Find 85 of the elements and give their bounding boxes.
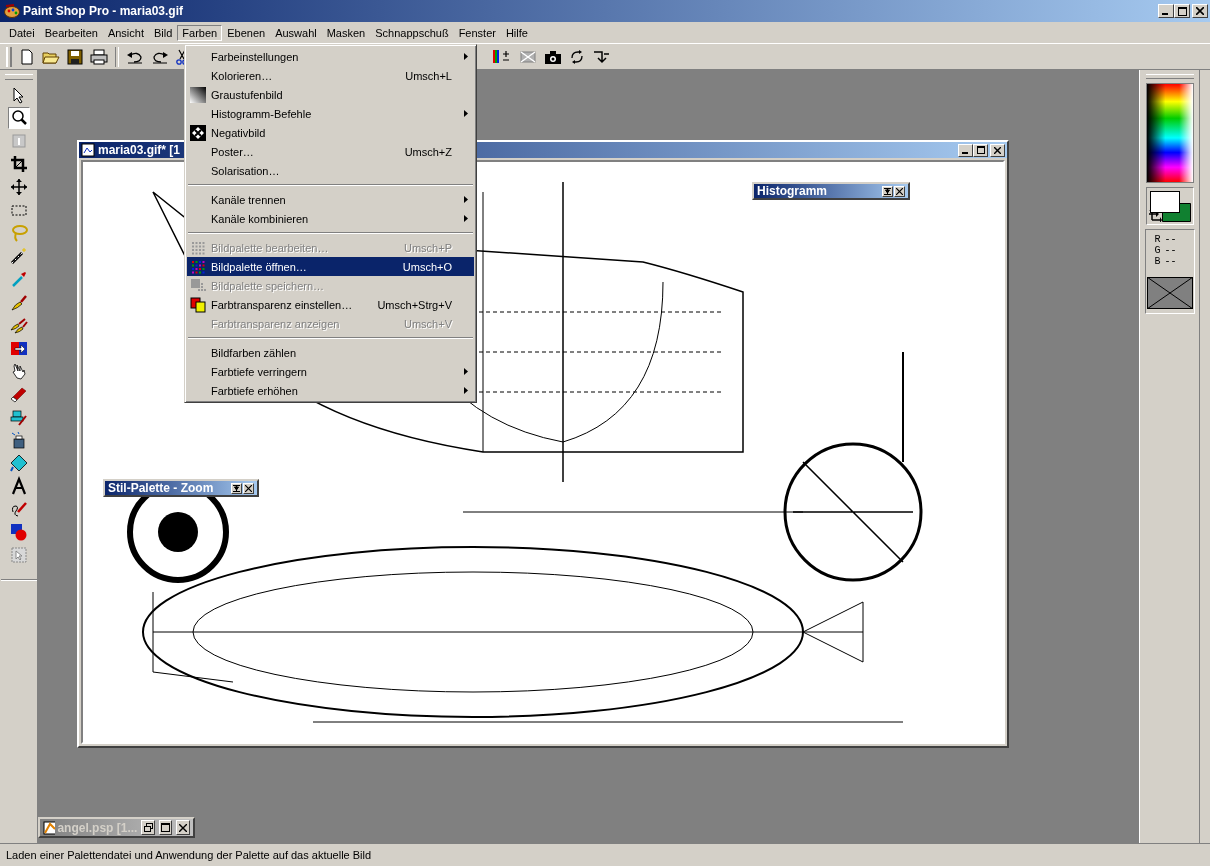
submenu-arrow-icon bbox=[464, 215, 468, 222]
document-title: maria03.gif* [1 bbox=[98, 143, 181, 157]
menu-bar-item[interactable]: Bild bbox=[149, 24, 178, 41]
close-button[interactable] bbox=[1192, 4, 1208, 18]
menu-bar-item[interactable]: Bearbeiten bbox=[39, 24, 103, 41]
foreground-color-swatch[interactable] bbox=[1149, 191, 1180, 213]
menu-item[interactable]: Graustufenbild bbox=[187, 85, 474, 104]
color-spectrum[interactable] bbox=[1145, 83, 1194, 183]
close-button[interactable] bbox=[176, 820, 190, 835]
menu-bar-item[interactable]: Farben bbox=[177, 24, 223, 41]
channel-value: -- bbox=[1164, 234, 1177, 245]
close-icon bbox=[994, 146, 1001, 154]
menu-item[interactable]: Bildpalette öffnen… Umsch+O bbox=[187, 257, 474, 276]
channel-label: R bbox=[1154, 234, 1161, 245]
maximize-button[interactable] bbox=[1174, 4, 1190, 18]
menu-bar-item[interactable]: Schnappschuß bbox=[370, 24, 454, 41]
palette-title: Stil-Palette - Zoom bbox=[108, 481, 214, 495]
arrow-dropdown-icon[interactable] bbox=[592, 48, 610, 65]
rotate-icon[interactable] bbox=[569, 48, 585, 65]
close-icon bbox=[1196, 7, 1204, 15]
gradient-square-icon bbox=[190, 86, 206, 103]
crossed-picture-icon[interactable] bbox=[519, 48, 537, 65]
close-button[interactable] bbox=[990, 143, 1005, 157]
menu-item[interactable]: Farbtransparenz einstellen… Umsch+Strg+V bbox=[187, 295, 474, 314]
background-color-swatch[interactable] bbox=[1161, 203, 1191, 222]
channel-value: -- bbox=[1164, 256, 1177, 267]
menu-item[interactable]: Bildfarben zählen bbox=[187, 343, 474, 362]
printer-icon[interactable] bbox=[90, 48, 108, 65]
restore-icon bbox=[143, 823, 153, 832]
close-button[interactable] bbox=[894, 185, 905, 197]
rgb-plus-minus-icon[interactable] bbox=[492, 48, 512, 65]
menu-bar-item[interactable]: Ebenen bbox=[222, 24, 271, 41]
pin-button[interactable] bbox=[882, 185, 893, 197]
restore-button[interactable] bbox=[141, 820, 155, 835]
channel-label: G bbox=[1154, 245, 1161, 256]
maximize-icon bbox=[1177, 6, 1187, 16]
submenu-arrow-icon bbox=[464, 110, 468, 117]
submenu-arrow-icon bbox=[464, 387, 468, 394]
minimize-button[interactable] bbox=[958, 143, 973, 157]
dotted-grid-icon bbox=[190, 239, 206, 256]
maximize-button[interactable] bbox=[158, 820, 173, 835]
submenu-arrow-icon bbox=[464, 196, 468, 203]
submenu-arrow-icon bbox=[464, 368, 468, 375]
fill-bucket-icon[interactable] bbox=[7, 452, 30, 474]
maximize-button[interactable] bbox=[973, 143, 988, 157]
menu-item[interactable]: Negativbild bbox=[187, 123, 474, 142]
menu-item[interactable]: Kanäle kombinieren bbox=[187, 209, 474, 228]
swap-arrows-icon[interactable] bbox=[1147, 210, 1162, 222]
floppy-grid-icon bbox=[190, 277, 206, 294]
menu-item[interactable]: Kanäle trennen bbox=[187, 190, 474, 209]
palette-icon bbox=[4, 4, 20, 18]
toolbar-grip[interactable] bbox=[6, 46, 12, 67]
menu-item[interactable]: Farbeinstellungen bbox=[187, 47, 474, 66]
close-button[interactable] bbox=[243, 482, 254, 494]
menu-bar-item[interactable]: Auswahl bbox=[270, 24, 322, 41]
menu-bar-item[interactable]: Ansicht bbox=[102, 24, 149, 41]
pin-button[interactable] bbox=[231, 482, 242, 494]
maximize-icon bbox=[976, 146, 985, 154]
status-text: Laden einer Palettendatei und Anwendung der Palette auf das aktuelle Bild bbox=[6, 849, 372, 861]
menu-item[interactable]: Farbtiefe erhöhen bbox=[187, 381, 474, 400]
color-grid-icon bbox=[190, 258, 206, 275]
submenu-arrow-icon bbox=[464, 53, 468, 60]
new-document-icon[interactable] bbox=[19, 48, 35, 65]
menu-item[interactable]: Kolorieren… Umsch+L bbox=[187, 66, 474, 85]
image-file-icon bbox=[81, 143, 95, 157]
menu-bar-item[interactable]: Hilfe bbox=[500, 24, 533, 41]
close-icon bbox=[179, 823, 188, 832]
overlapping-squares-icon bbox=[190, 296, 206, 313]
image-file-icon bbox=[43, 820, 56, 835]
contrast-squares-icon bbox=[190, 124, 206, 141]
menu-item[interactable]: Histogramm-Befehle bbox=[187, 104, 474, 123]
minimize-button[interactable] bbox=[1158, 4, 1174, 18]
palette-title: Histogramm bbox=[757, 184, 827, 198]
camera-icon[interactable] bbox=[544, 48, 562, 65]
menu-bar-item[interactable]: Fenster bbox=[453, 24, 501, 41]
channel-value: -- bbox=[1164, 245, 1177, 256]
menu-bar-item[interactable]: Datei bbox=[4, 24, 40, 41]
channel-label: B bbox=[1154, 256, 1161, 267]
maximize-icon bbox=[161, 823, 171, 832]
menu-item[interactable]: Farbtiefe verringern bbox=[187, 362, 474, 381]
menu-item[interactable]: Poster… Umsch+Z bbox=[187, 142, 474, 161]
menu-bar-item[interactable]: Masken bbox=[321, 24, 371, 41]
menu-item[interactable]: Solarisation… bbox=[187, 161, 474, 180]
magnifier-icon[interactable] bbox=[7, 107, 30, 129]
window-title: Paint Shop Pro - maria03.gif bbox=[23, 4, 184, 18]
